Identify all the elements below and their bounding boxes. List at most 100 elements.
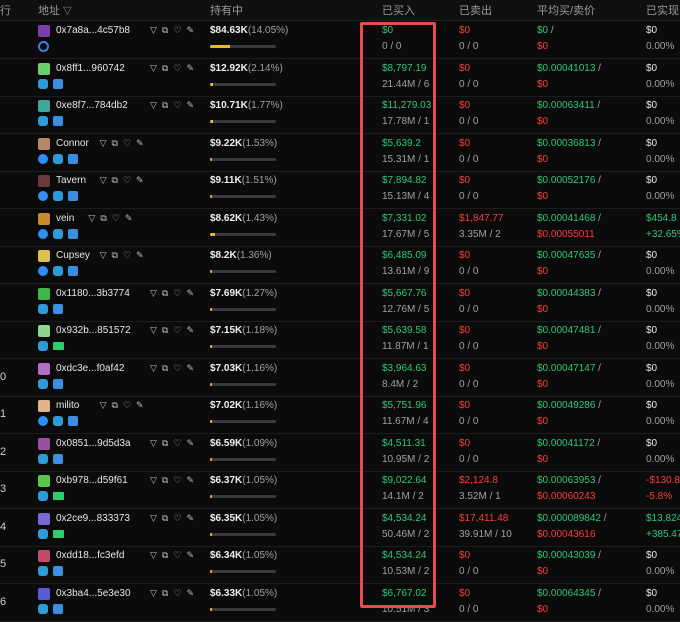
address-link[interactable]: 0x0851...9d5d3a [56,438,131,449]
heart-icon[interactable]: ♡ [173,325,181,336]
copy-icon[interactable]: ⧉ [162,100,168,111]
avg-price-column-header[interactable]: 平均买/卖价 [537,2,595,18]
table-row[interactable]: Cupsey ▽ ⧉ ♡ ✎ $8.2K(1.36%) $6,485.09 13.61M / … [0,246,680,284]
heart-icon[interactable]: ♡ [173,438,181,449]
address-link[interactable]: 0x3ba4...5e3e30 [56,588,131,599]
address-link[interactable]: 0xe8f7...784db2 [56,100,128,111]
address-link[interactable]: Connor [56,138,89,149]
heart-icon[interactable]: ♡ [173,363,181,374]
heart-icon[interactable]: ♡ [123,250,131,261]
edit-icon[interactable]: ✎ [186,588,194,599]
heart-icon[interactable]: ♡ [123,138,131,149]
heart-icon[interactable]: ♡ [123,175,131,186]
filter-icon[interactable]: ▽ [150,325,157,336]
filter-icon[interactable]: ▽ [150,438,157,449]
filter-icon[interactable]: ▽ [150,513,157,524]
address-link[interactable]: 0x1180...3b3774 [56,288,130,299]
filter-icon[interactable]: ▽ [150,63,157,74]
table-row[interactable]: 0x7a8a...4c57b8 ▽ ⧉ ♡ ✎ $84.63K(14.05%) $0 0 / … [0,21,680,59]
heart-icon[interactable]: ♡ [173,25,181,36]
heart-icon[interactable]: ♡ [112,213,120,224]
table-row[interactable]: Connor ▽ ⧉ ♡ ✎ $9.22K(1.53%) $5,639.2 15.31M / … [0,134,680,172]
table-row[interactable]: 4 0x2ce9...833373 ▽ ⧉ ♡ ✎ $6.35K(1.05%) $4,534.… [0,509,680,547]
address-link[interactable]: 0xdc3e...f0af42 [56,363,124,374]
address-link[interactable]: milito [56,400,79,411]
copy-icon[interactable]: ⧉ [112,400,118,411]
filter-icon[interactable]: ▽ [63,5,71,17]
address-link[interactable]: 0x8ff1...960742 [56,63,125,74]
address-column-header[interactable]: 地址 ▽ [38,2,72,18]
copy-icon[interactable]: ⧉ [112,175,118,186]
filter-icon[interactable]: ▽ [150,25,157,36]
edit-icon[interactable]: ✎ [136,175,144,186]
address-link[interactable]: 0xb978...d59f61 [56,475,128,486]
heart-icon[interactable]: ♡ [173,588,181,599]
heart-icon[interactable]: ♡ [173,513,181,524]
edit-icon[interactable]: ✎ [136,400,144,411]
edit-icon[interactable]: ✎ [136,250,144,261]
table-row[interactable]: vein ▽ ⧉ ♡ ✎ $8.62K(1.43%) $7,331.02 17.67M / 5… [0,209,680,247]
table-row[interactable]: 0xe8f7...784db2 ▽ ⧉ ♡ ✎ $10.71K(1.77%) $11,279… [0,96,680,134]
copy-icon[interactable]: ⧉ [162,550,168,561]
filter-icon[interactable]: ▽ [150,550,157,561]
heart-icon[interactable]: ♡ [173,100,181,111]
address-link[interactable]: vein [56,213,74,224]
filter-icon[interactable]: ▽ [150,475,157,486]
edit-icon[interactable]: ✎ [186,475,194,486]
address-link[interactable]: Cupsey [56,250,90,261]
table-row[interactable]: 2 0x0851...9d5d3a ▽ ⧉ ♡ ✎ $6.59K(1.09%) $4,511.… [0,434,680,472]
copy-icon[interactable]: ⧉ [162,25,168,36]
edit-icon[interactable]: ✎ [186,63,194,74]
sold-column-header[interactable]: 已卖出 [459,2,492,18]
heart-icon[interactable]: ♡ [123,400,131,411]
filter-icon[interactable]: ▽ [150,100,157,111]
edit-icon[interactable]: ✎ [186,100,194,111]
edit-icon[interactable]: ✎ [186,550,194,561]
filter-icon[interactable]: ▽ [88,213,95,224]
table-row[interactable]: 0x932b...851572 ▽ ⧉ ♡ ✎ $7.15K(1.18%) $5,639.5… [0,321,680,359]
edit-icon[interactable]: ✎ [125,213,133,224]
copy-icon[interactable]: ⧉ [162,438,168,449]
heart-icon[interactable]: ♡ [173,63,181,74]
table-row[interactable]: 3 0xb978...d59f61 ▽ ⧉ ♡ ✎ $6.37K(1.05%) $9,022.… [0,471,680,509]
table-row[interactable]: 0x1180...3b3774 ▽ ⧉ ♡ ✎ $7.69K(1.27%) $5,667.7… [0,284,680,322]
filter-icon[interactable]: ▽ [150,363,157,374]
table-row[interactable]: 6 0x3ba4...5e3e30 ▽ ⧉ ♡ ✎ $6.33K(1.05%) $6,767.… [0,584,680,622]
edit-icon[interactable]: ✎ [186,288,194,299]
edit-icon[interactable]: ✎ [186,513,194,524]
heart-icon[interactable]: ♡ [173,475,181,486]
filter-icon[interactable]: ▽ [100,250,107,261]
copy-icon[interactable]: ⧉ [112,138,118,149]
bought-column-header[interactable]: 已买入 [382,2,415,18]
address-link[interactable]: 0x2ce9...833373 [56,513,130,524]
holding-column-header[interactable]: 持有中 [210,2,243,18]
copy-icon[interactable]: ⧉ [162,363,168,374]
copy-icon[interactable]: ⧉ [162,288,168,299]
heart-icon[interactable]: ♡ [173,288,181,299]
copy-icon[interactable]: ⧉ [112,250,118,261]
edit-icon[interactable]: ✎ [186,438,194,449]
edit-icon[interactable]: ✎ [186,363,194,374]
realized-column-header[interactable]: 已实现 [646,2,679,18]
table-row[interactable]: Tavern ▽ ⧉ ♡ ✎ $9.11K(1.51%) $7,894.82 15.13M /… [0,171,680,209]
filter-icon[interactable]: ▽ [100,400,107,411]
address-link[interactable]: 0x7a8a...4c57b8 [56,25,130,36]
filter-icon[interactable]: ▽ [100,138,107,149]
edit-icon[interactable]: ✎ [136,138,144,149]
edit-icon[interactable]: ✎ [186,325,194,336]
rank-column-header[interactable]: 行 [0,2,11,18]
table-row[interactable]: 0x8ff1...960742 ▽ ⧉ ♡ ✎ $12.92K(2.14%) $8,797.… [0,59,680,97]
address-link[interactable]: 0x932b...851572 [56,325,131,336]
filter-icon[interactable]: ▽ [150,288,157,299]
copy-icon[interactable]: ⧉ [162,325,168,336]
edit-icon[interactable]: ✎ [186,25,194,36]
copy-icon[interactable]: ⧉ [162,63,168,74]
copy-icon[interactable]: ⧉ [162,513,168,524]
table-row[interactable]: 1 milito ▽ ⧉ ♡ ✎ $7.02K(1.16%) $5,751.96 11.67M … [0,396,680,434]
copy-icon[interactable]: ⧉ [100,213,106,224]
heart-icon[interactable]: ♡ [173,550,181,561]
copy-icon[interactable]: ⧉ [162,475,168,486]
address-link[interactable]: Tavern [56,175,86,186]
address-link[interactable]: 0xdd18...fc3efd [56,550,124,561]
table-row[interactable]: 0 0xdc3e...f0af42 ▽ ⧉ ♡ ✎ $7.03K(1.16%) $3,964.… [0,359,680,397]
